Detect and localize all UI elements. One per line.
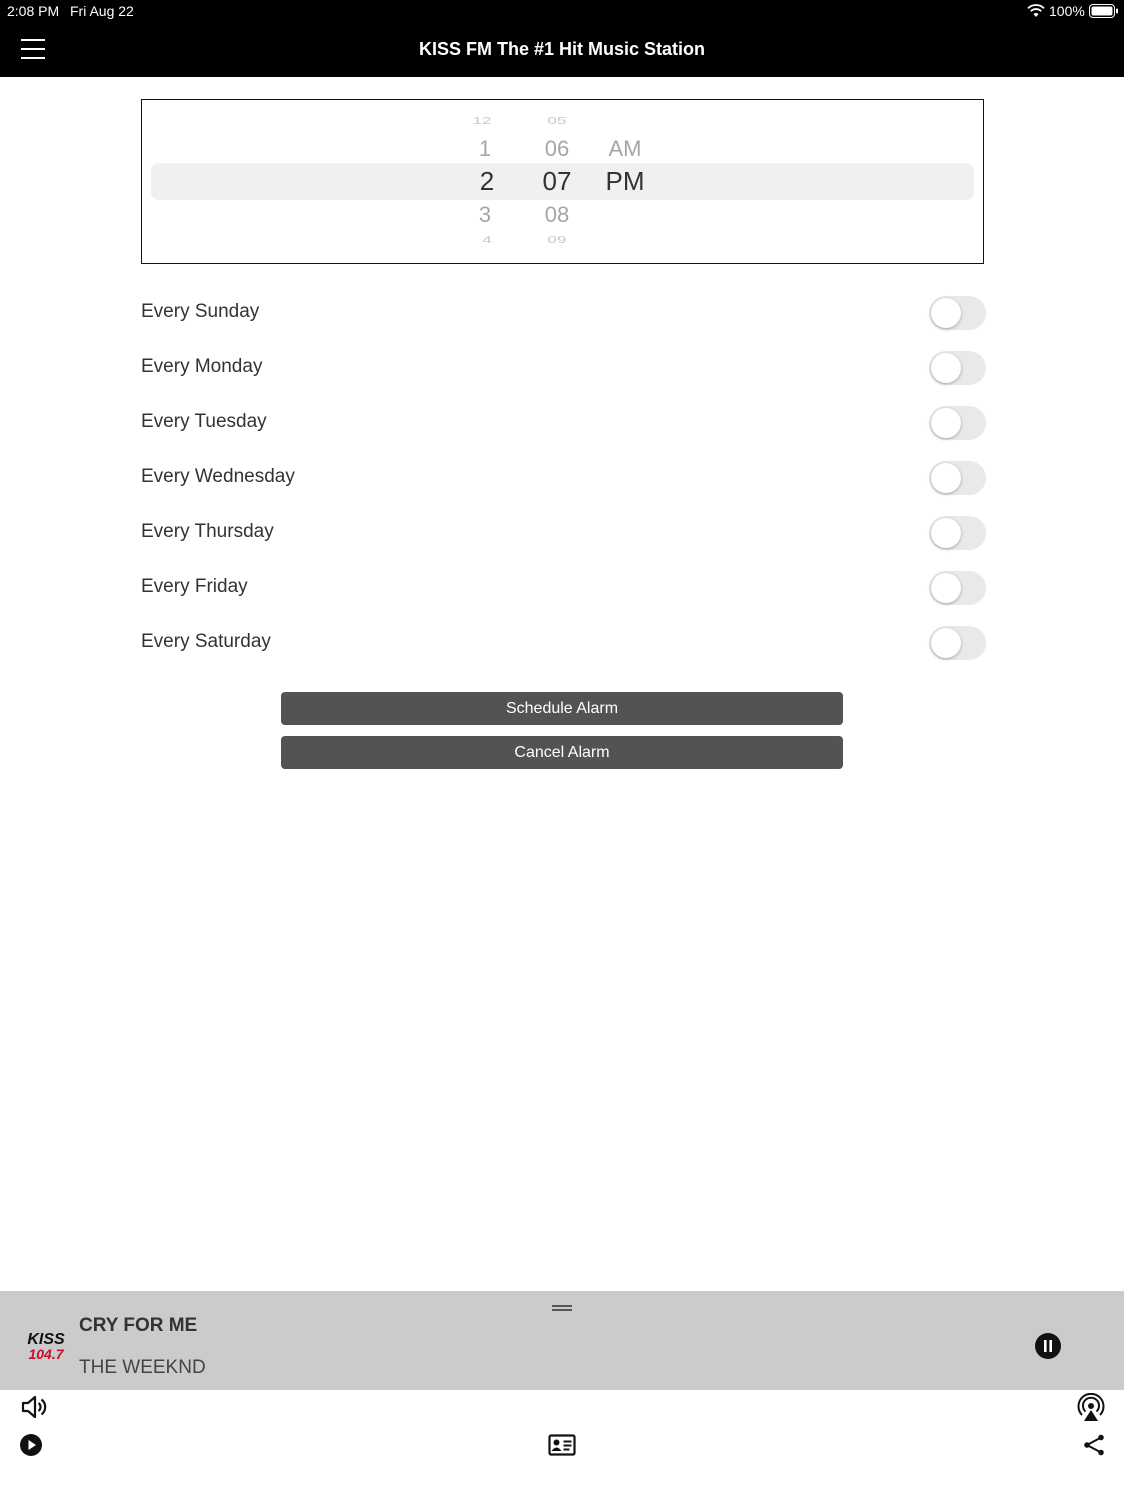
battery-percent: 100% [1049,3,1085,19]
play-icon[interactable] [19,1433,43,1457]
picker-hour-option[interactable]: 12 [462,115,502,127]
picker-period-selected[interactable]: PM [600,166,650,197]
toggle-knob [931,628,961,658]
picker-hour-option[interactable]: 3 [465,202,505,228]
cancel-alarm-button[interactable]: Cancel Alarm [281,736,843,769]
picker-minute-option[interactable]: 08 [532,202,582,228]
day-label: Every Wednesday [141,466,295,487]
toggle-knob [931,518,961,548]
artist-name: THE WEEKND [79,1357,206,1378]
station-logo: KISS 104.7 [27,1331,65,1362]
time-picker[interactable]: 12 1 2 3 4 05 06 07 08 09 AM PM [141,99,984,264]
picker-minute-option[interactable]: 05 [532,115,582,127]
page-title: KISS FM The #1 Hit Music Station [418,39,706,59]
day-label: Every Thursday [141,521,274,542]
day-label: Every Friday [141,576,248,597]
status-time: 2:08 PM [7,3,60,19]
picker-minute-option[interactable]: 06 [532,136,582,162]
wifi-icon [1027,4,1045,17]
drag-handle-icon[interactable] [552,1304,572,1312]
day-label: Every Sunday [141,301,260,322]
contact-card-icon[interactable] [548,1434,576,1456]
toggle-monday[interactable] [929,351,986,385]
battery-icon [1089,4,1118,18]
toggle-saturday[interactable] [929,626,986,660]
picker-hour-selected[interactable]: 2 [467,166,507,197]
svg-text:104.7: 104.7 [28,1346,64,1362]
toggle-wednesday[interactable] [929,461,986,495]
status-bar: 2:08 PM Fri Aug 22 100% [0,0,1124,22]
toggle-sunday[interactable] [929,296,986,330]
day-label: Every Tuesday [141,411,267,432]
pause-icon[interactable] [1034,1332,1062,1360]
toggle-knob [931,298,961,328]
airplay-icon[interactable] [1076,1393,1106,1423]
toggle-friday[interactable] [929,571,986,605]
schedule-alarm-button[interactable]: Schedule Alarm [281,692,843,725]
toggle-knob [931,463,961,493]
toggle-thursday[interactable] [929,516,986,550]
picker-hour-option[interactable]: 4 [467,234,507,246]
picker-minute-option[interactable]: 09 [532,234,582,246]
toggle-tuesday[interactable] [929,406,986,440]
picker-period-option[interactable]: AM [600,136,650,162]
share-icon[interactable] [1082,1433,1106,1457]
song-title: CRY FOR ME [79,1315,198,1336]
status-date: Fri Aug 22 [70,3,134,19]
picker-hour-option[interactable]: 1 [465,136,505,162]
day-label: Every Monday [141,356,263,377]
day-row-wednesday: Every Wednesday [141,458,986,498]
toggle-knob [931,408,961,438]
day-label: Every Saturday [141,631,271,652]
bottom-toolbar [0,1390,1124,1500]
day-row-friday: Every Friday [141,568,986,608]
day-row-thursday: Every Thursday [141,513,986,553]
picker-minute-selected[interactable]: 07 [532,166,582,197]
speaker-icon[interactable] [20,1393,48,1421]
day-row-monday: Every Monday [141,348,986,388]
day-row-saturday: Every Saturday [141,623,986,663]
day-row-tuesday: Every Tuesday [141,403,986,443]
day-row-sunday: Every Sunday [141,293,986,333]
toggle-knob [931,353,961,383]
now-playing-bar[interactable]: KISS 104.7 CRY FOR ME THE WEEKND [0,1291,1124,1390]
app-header: KISS FM The #1 Hit Music Station [0,22,1124,77]
toggle-knob [931,573,961,603]
